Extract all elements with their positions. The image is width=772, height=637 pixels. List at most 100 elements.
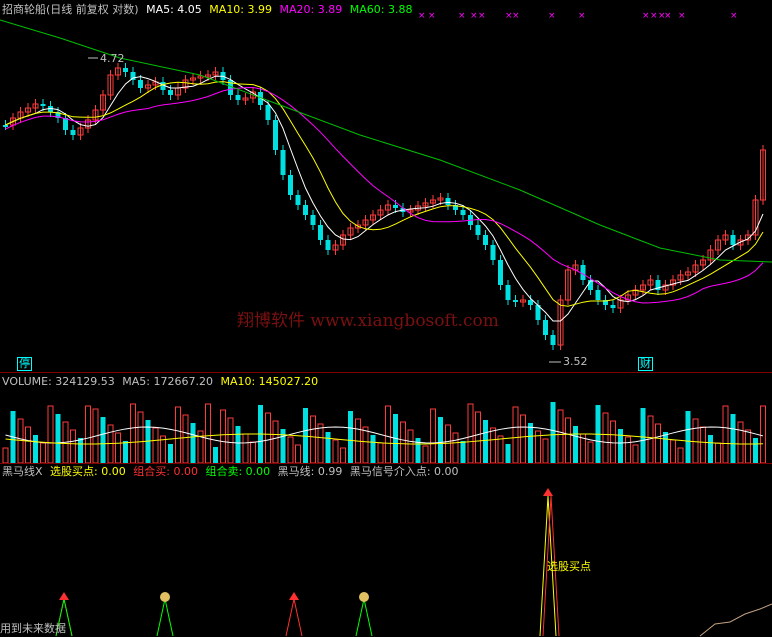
candle-down: [3, 125, 8, 127]
candle-down: [393, 205, 398, 208]
candle-down: [595, 290, 601, 300]
candle-down: [460, 210, 466, 215]
volume-bar: [467, 403, 474, 463]
signal-x-mark: ×: [664, 11, 672, 21]
volume-bar: [325, 432, 331, 463]
volume-bar: [483, 420, 488, 463]
signal-x-mark: ×: [642, 11, 650, 21]
candle-down: [445, 198, 451, 205]
volume-bar: [115, 432, 121, 463]
volume-bar: [422, 445, 429, 463]
signal-x-mark: ×: [548, 11, 556, 21]
volume-bar: [227, 417, 234, 463]
volume-bar: [175, 406, 181, 463]
volume-bar: [663, 432, 668, 463]
candle-down: [730, 235, 736, 245]
volume-bar: [760, 405, 766, 463]
volume-bar: [700, 426, 706, 463]
dark-horse-line: [699, 603, 772, 637]
combo-sell-spike: [156, 598, 174, 637]
volume-bar: [715, 442, 721, 463]
volume-bar: [55, 414, 61, 463]
volume-bar: [550, 402, 556, 463]
volume-bar: [677, 447, 684, 463]
candle-down: [318, 225, 323, 240]
volume-bar: [377, 442, 384, 463]
candle-down: [303, 205, 308, 215]
volume-bar: [385, 405, 391, 463]
volume-bar: [512, 406, 519, 463]
volume-bar: [130, 403, 136, 463]
candle-down: [168, 90, 173, 95]
volume-pane[interactable]: VOLUME: 324129.53 MA5: 172667.20 MA10: 1…: [0, 373, 772, 463]
volume-bar: [670, 439, 676, 463]
candle-down: [280, 150, 286, 175]
volume-bar: [625, 436, 631, 463]
volume-bar: [438, 417, 443, 463]
combo-sell-spike: [355, 598, 373, 637]
volume-bar: [280, 429, 286, 463]
volume-bar: [205, 403, 211, 463]
candle-down: [483, 235, 488, 245]
volume-bar: [85, 405, 91, 463]
candle-down: [235, 95, 241, 100]
volume-bar: [137, 411, 144, 463]
candle-down: [273, 120, 278, 150]
volume-bar: [460, 441, 466, 463]
volume-bar: [332, 439, 339, 463]
volume-bar: [70, 429, 76, 463]
candle-down: [475, 225, 481, 235]
candle-down: [138, 80, 143, 88]
suspend-badge: 停: [17, 357, 32, 371]
volume-bar: [400, 421, 406, 463]
finance-badge: 财: [638, 357, 653, 371]
volume-bar: [445, 424, 451, 463]
signal-x-mark: ×: [512, 11, 520, 21]
candle-down: [288, 175, 293, 195]
volume-bar: [692, 418, 699, 463]
candle-down: [498, 260, 503, 285]
volume-bar: [753, 438, 758, 463]
volume-bar: [40, 442, 46, 463]
volume-bar: [317, 423, 324, 463]
signal-x-mark: ×: [470, 11, 478, 21]
volume-bar: [182, 414, 189, 463]
volume-bar: [505, 444, 511, 463]
volume-ma5-line: [5, 426, 764, 444]
volume-bar: [730, 414, 736, 463]
volume-bar: [745, 429, 751, 463]
volume-bar: [565, 417, 571, 463]
volume-bar: [587, 441, 594, 463]
combo-buy-spike: [285, 598, 303, 637]
volume-bar: [213, 447, 218, 463]
indicator-pane[interactable]: 黑马线X 选股买点: 0.00 组合买: 0.00 组合卖: 0.00 黑马线:…: [0, 464, 772, 637]
ma20-line: [5, 86, 764, 304]
volume-bar: [655, 423, 661, 463]
candle-down: [325, 240, 331, 250]
price-pane[interactable]: 招商轮船(日线 前复权 对数) MA5: 4.05 MA10: 3.99 MA2…: [0, 0, 772, 372]
candle-down: [63, 118, 68, 130]
money-bag-icon: [160, 592, 170, 602]
volume-bar: [370, 435, 376, 463]
volume-bar: [235, 426, 241, 463]
volume-bar: [265, 412, 271, 463]
candle-down: [610, 305, 616, 308]
candle-down: [70, 130, 76, 135]
indicator-chart[interactable]: [0, 464, 772, 637]
candle-down: [490, 245, 496, 260]
volume-chart[interactable]: [0, 373, 772, 463]
volume-bar: [250, 441, 256, 463]
volume-bar: [490, 427, 496, 463]
volume-bar: [295, 444, 301, 463]
candle-down: [295, 195, 301, 205]
volume-bar: [475, 411, 481, 463]
candle-down: [543, 320, 548, 335]
signal-x-mark: ×: [478, 11, 486, 21]
volume-bar: [610, 420, 616, 463]
future-data-warning: 用到未来数据: [0, 622, 66, 635]
volume-bar: [272, 420, 279, 463]
candle-down: [40, 104, 46, 106]
volume-bar: [303, 408, 308, 463]
volume-bar: [310, 415, 316, 463]
candle-down: [528, 300, 533, 305]
